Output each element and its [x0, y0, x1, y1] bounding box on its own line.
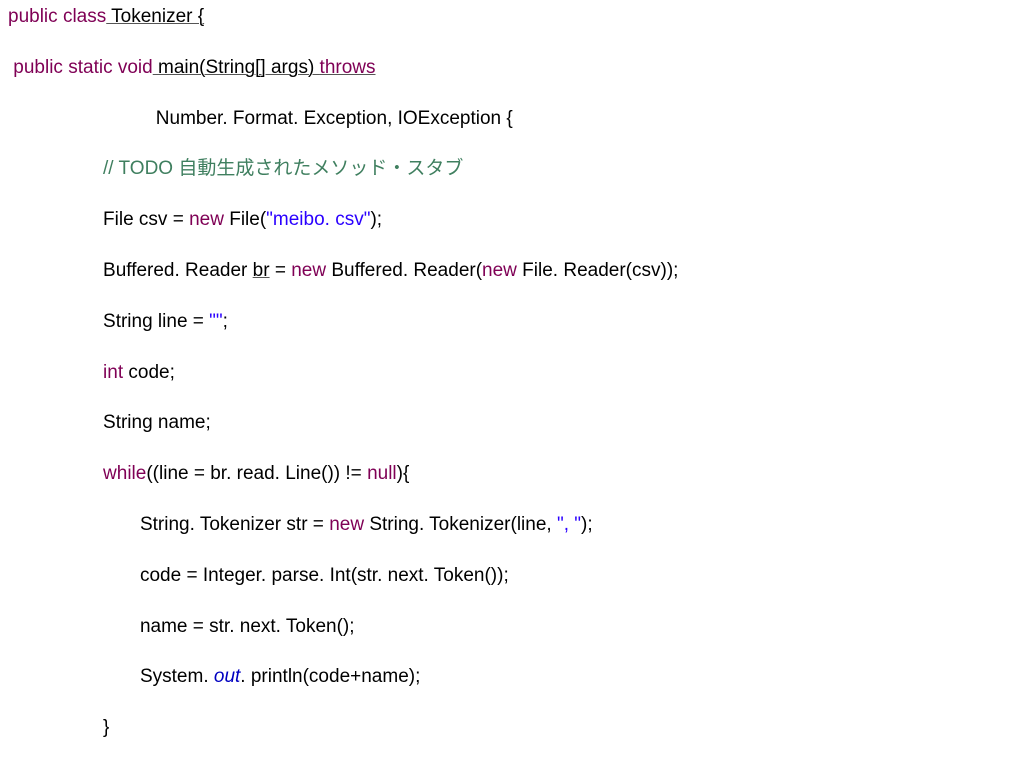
indent [8, 158, 103, 179]
br-decl-pre: Buffered. Reader [8, 260, 253, 281]
tokenizer-mid: String. Tokenizer(line, [364, 514, 557, 535]
file-decl-pre: File csv = [8, 209, 189, 230]
br-decl-mid3: File. Reader(csv)); [517, 260, 679, 281]
code-line-1: public class Tokenizer { [8, 6, 1016, 29]
code-line-4: // TODO 自動生成されたメソッド・スタブ [8, 158, 1016, 181]
todo-comment: // TODO 自動生成されたメソッド・スタブ [103, 158, 463, 179]
line-decl-pre: String line = [8, 311, 209, 332]
keyword-null: null [367, 463, 397, 484]
string-literal: "" [209, 311, 223, 332]
var-br: br [253, 260, 270, 281]
code-line-10: while((line = br. read. Line()) != null)… [8, 463, 1016, 486]
keyword-void: void [118, 57, 153, 78]
br-decl-mid1: = [270, 260, 292, 281]
code-line-9: String name; [8, 412, 1016, 435]
tokenizer-end: ); [581, 514, 593, 535]
while-cond-mid: ((line = br. read. Line()) != [146, 463, 367, 484]
code-assign: code = Integer. parse. Int(str. next. To… [8, 565, 509, 586]
println-end: . println(code+name); [240, 666, 420, 687]
file-decl-mid: File( [224, 209, 266, 230]
string-literal: ", " [557, 514, 581, 535]
keyword-public: public [13, 57, 63, 78]
keyword-throws: throws [320, 57, 376, 78]
code-line-2: public static void main(String[] args) t… [8, 57, 1016, 80]
indent [8, 362, 103, 383]
code-line-15: } [8, 717, 1016, 740]
keyword-new: new [189, 209, 224, 230]
method-sig: main(String[] args) [153, 57, 320, 78]
keyword-int: int [103, 362, 123, 383]
println-pre: System. [8, 666, 214, 687]
code-decl-end: code; [123, 362, 175, 383]
indent [8, 463, 103, 484]
line-decl-end: ; [223, 311, 228, 332]
field-out: out [214, 666, 240, 687]
keyword-class: class [63, 6, 106, 27]
name-assign: name = str. next. Token(); [8, 616, 355, 637]
throws-types: Number. Format. Exception, IOException { [8, 108, 513, 129]
code-line-8: int code; [8, 362, 1016, 385]
tokenizer-pre: String. Tokenizer str = [8, 514, 329, 535]
name-decl: String name; [8, 412, 211, 433]
code-line-3: Number. Format. Exception, IOException { [8, 108, 1016, 131]
keyword-public: public [8, 6, 58, 27]
file-decl-end: ); [370, 209, 382, 230]
keyword-new: new [482, 260, 517, 281]
keyword-while: while [103, 463, 146, 484]
string-literal: "meibo. csv" [266, 209, 370, 230]
code-line-14: System. out. println(code+name); [8, 666, 1016, 689]
while-cond-end: ){ [397, 463, 410, 484]
keyword-static: static [68, 57, 112, 78]
keyword-new: new [291, 260, 326, 281]
keyword-new: new [329, 514, 364, 535]
code-line-6: Buffered. Reader br = new Buffered. Read… [8, 260, 1016, 283]
class-name: Tokenizer { [106, 6, 204, 27]
code-line-13: name = str. next. Token(); [8, 616, 1016, 639]
close-brace: } [8, 717, 109, 738]
br-decl-mid2: Buffered. Reader( [326, 260, 482, 281]
code-line-12: code = Integer. parse. Int(str. next. To… [8, 565, 1016, 588]
code-line-7: String line = ""; [8, 311, 1016, 334]
code-line-11: String. Tokenizer str = new String. Toke… [8, 514, 1016, 537]
code-line-5: File csv = new File("meibo. csv"); [8, 209, 1016, 232]
